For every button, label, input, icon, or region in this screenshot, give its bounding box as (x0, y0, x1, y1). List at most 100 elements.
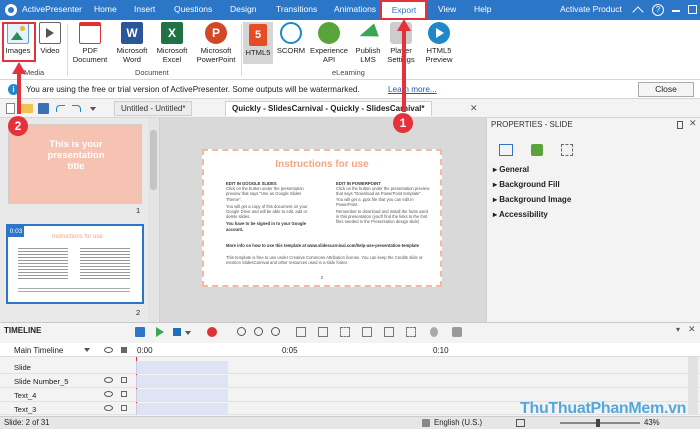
track-clip[interactable] (136, 403, 228, 415)
background-image-section[interactable]: ▸ Background Image (493, 195, 571, 204)
timeline-tool-icon[interactable] (406, 327, 416, 337)
slide-1-number: 1 (136, 206, 141, 215)
zoom-slider-thumb[interactable] (596, 419, 600, 427)
speaker-icon[interactable] (452, 327, 462, 337)
timeline-collapse-icon[interactable]: ▾ (676, 325, 680, 334)
tick-0-00: 0:00 (137, 346, 153, 355)
images-highlight-box (2, 22, 36, 62)
tab-transitions[interactable]: Transitions (276, 4, 317, 14)
slide-thumbnail-1[interactable]: This is your presentation title (8, 124, 142, 204)
slides-pane: This is your presentation title 1 0:03 I… (0, 118, 148, 322)
zoom-slider[interactable] (560, 422, 640, 424)
html5-button[interactable]: 5 HTML5 (243, 22, 273, 64)
zoom-in-icon[interactable] (237, 327, 246, 336)
zoom-out-icon[interactable] (254, 327, 263, 336)
redo-icon[interactable] (72, 105, 81, 112)
general-section[interactable]: ▸ General (493, 165, 529, 174)
properties-close-icon[interactable]: ✕ (689, 118, 697, 129)
microsoft-word-button[interactable]: W Microsoft Word (112, 22, 152, 64)
tab-questions[interactable]: Questions (174, 4, 212, 14)
zoom-fit-icon[interactable] (271, 327, 280, 336)
main-timeline-dropdown-icon[interactable] (84, 348, 90, 352)
pdf-document-button[interactable]: PDF Document (70, 22, 110, 64)
audio-drop-icon[interactable] (430, 327, 438, 337)
timeline-tool-icon[interactable] (362, 327, 372, 337)
timeline-vertical-scrollbar[interactable] (688, 357, 698, 415)
ribbon-collapse-icon[interactable] (632, 6, 644, 18)
track-clip[interactable] (136, 361, 228, 373)
stop-dropdown-icon[interactable] (185, 331, 191, 335)
timeline-close-icon[interactable]: ✕ (688, 324, 696, 335)
record-icon[interactable] (135, 327, 145, 337)
view-normal-icon[interactable] (516, 419, 525, 427)
pin-icon[interactable] (677, 121, 683, 129)
excel-icon: X (161, 22, 183, 44)
html5-preview-button[interactable]: HTML5 Preview (420, 22, 458, 64)
elearning-group-label: eLearning (332, 68, 365, 77)
customize-dropdown-icon[interactable] (90, 107, 96, 111)
ribbon-separator (241, 24, 242, 76)
new-icon[interactable] (6, 103, 15, 114)
learn-more-link[interactable]: Learn more... (388, 85, 437, 94)
slides-scroll-thumb[interactable] (150, 130, 157, 190)
undo-icon[interactable] (56, 105, 65, 112)
slide-thumbnail-2[interactable]: 0:03 Instructions for use (6, 224, 144, 304)
background-fill-section[interactable]: ▸ Background Fill (493, 180, 560, 189)
doc-tab-untitled[interactable]: Untitled - Untitled* (114, 101, 193, 116)
track-clip[interactable] (136, 375, 228, 387)
visibility-eye-icon[interactable] (104, 391, 113, 397)
powerpoint-icon: P (205, 22, 227, 44)
lock-icon[interactable] (121, 391, 127, 397)
slide-title: Instructions for use (275, 159, 369, 170)
slide-properties-icon[interactable] (499, 144, 513, 156)
help-icon[interactable]: ? (652, 4, 664, 16)
stop-icon[interactable] (173, 328, 181, 336)
slide-editor[interactable]: Instructions for use EDIT IN GOOGLE SLID… (202, 149, 442, 287)
timeline-tool-icon[interactable] (384, 327, 394, 337)
tab-insert[interactable]: Insert (134, 4, 155, 14)
scorm-button[interactable]: SCORM (276, 22, 306, 55)
timeline-tool-icon[interactable] (340, 327, 350, 337)
minimize-icon[interactable] (672, 10, 680, 12)
tab-animations[interactable]: Animations (334, 4, 376, 14)
accessibility-section[interactable]: ▸ Accessibility (493, 210, 548, 219)
left-paragraph-1: Click on the button under the presentati… (226, 186, 304, 202)
slides-scrollbar[interactable] (148, 118, 160, 322)
play-icon[interactable] (156, 327, 164, 337)
layout-properties-icon[interactable] (561, 144, 573, 156)
timeline-tool-icon[interactable] (318, 327, 328, 337)
save-icon[interactable] (38, 103, 49, 114)
microsoft-excel-button[interactable]: X Microsoft Excel (153, 22, 191, 64)
visibility-eye-icon[interactable] (104, 405, 113, 411)
video-button[interactable]: Video (36, 22, 64, 55)
publish-lms-button[interactable]: Publish LMS (352, 22, 384, 64)
tab-home[interactable]: Home (94, 4, 117, 14)
visibility-eye-icon[interactable] (104, 347, 113, 353)
tab-design[interactable]: Design (230, 4, 256, 14)
record-timeline-icon[interactable] (207, 327, 217, 337)
tab-view[interactable]: View (438, 4, 456, 14)
title-bar: ActivePresenter Home Insert Questions De… (0, 0, 700, 20)
tab-close-icon[interactable]: ✕ (470, 103, 478, 114)
timeline-tool-icon[interactable] (296, 327, 306, 337)
lock-icon[interactable] (121, 405, 127, 411)
watermark-notice-bar: i You are using the free or trial versio… (0, 80, 700, 99)
microsoft-powerpoint-button[interactable]: P Microsoft PowerPoint (193, 22, 239, 64)
language-label[interactable]: English (U.S.) (434, 418, 482, 427)
track-row[interactable]: Slide Number_5 (0, 374, 700, 388)
lock-icon[interactable] (121, 347, 127, 353)
app-title: ActivePresenter (22, 4, 82, 14)
tab-help[interactable]: Help (474, 4, 491, 14)
activate-product-link[interactable]: Activate Product (560, 4, 622, 14)
lock-icon[interactable] (121, 377, 127, 383)
track-row[interactable]: Slide (0, 360, 700, 374)
open-folder-icon[interactable] (21, 104, 33, 113)
notice-close-button[interactable]: Close (638, 82, 694, 97)
maximize-icon[interactable] (688, 5, 697, 14)
visibility-eye-icon[interactable] (104, 377, 113, 383)
video-label: Video (40, 46, 60, 55)
word-icon: W (121, 22, 143, 44)
track-clip[interactable] (136, 389, 228, 401)
experience-api-button[interactable]: Experience API (308, 22, 350, 64)
background-properties-icon[interactable] (531, 144, 543, 156)
